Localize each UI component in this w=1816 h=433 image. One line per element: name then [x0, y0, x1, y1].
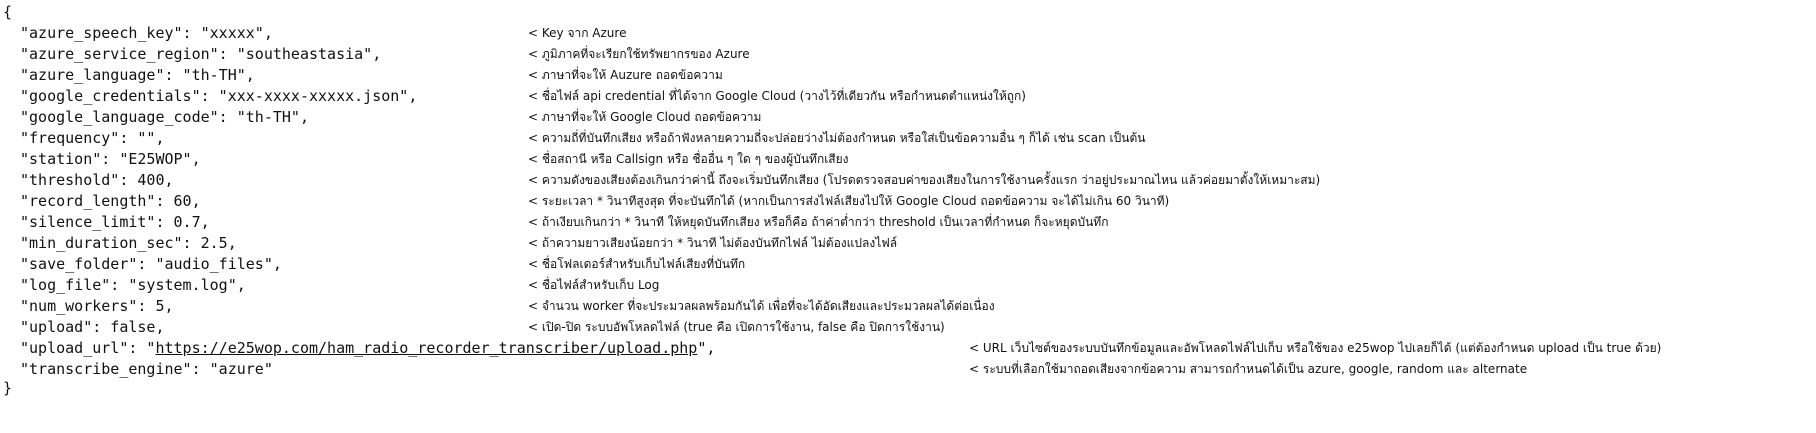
comment-text: < ระบบที่เลือกใช้มาถอดเสียงจากข้อความ สา…	[969, 362, 1528, 376]
code-text: "azure_service_region": "southeastasia",	[20, 45, 382, 63]
comment-text: < ชื่อไฟล์สำหรับเก็บ Log	[528, 278, 660, 292]
code-text: "threshold": 400,	[20, 171, 174, 189]
upload-url-link[interactable]: https://e25wop.com/ham_radio_recorder_tr…	[155, 339, 697, 357]
code-suffix: ",	[697, 339, 716, 357]
code-text: "min_duration_sec": 2.5,	[20, 234, 237, 252]
code-text: "record_length": 60,	[20, 192, 201, 210]
config-line-azure-speech-key: "azure_speech_key": "xxxxx", < Key จาก A…	[0, 22, 1816, 44]
comment-text: < Key จาก Azure	[528, 26, 627, 40]
config-line-min-duration-sec: "min_duration_sec": 2.5, < ถ้าความยาวเสี…	[0, 232, 1816, 254]
config-line-azure-language: "azure_language": "th-TH", < ภาษาที่จะให…	[0, 64, 1816, 86]
code-text: "log_file": "system.log",	[20, 276, 246, 294]
config-line-station: "station": "E25WOP", < ชื่อสถานี หรือ Ca…	[0, 148, 1816, 170]
code-text: "azure_language": "th-TH",	[20, 66, 255, 84]
comment-text: < ถ้าเงียบเกินกว่า * วินาที ให้หยุดบันทึ…	[528, 215, 1109, 229]
code-prefix: "upload_url": "	[20, 339, 156, 357]
code-text: "transcribe_engine": "azure"	[20, 360, 273, 378]
config-line-azure-service-region: "azure_service_region": "southeastasia",…	[0, 43, 1816, 65]
config-line-upload: "upload": false, < เปิด-ปิด ระบบอัพโหลดไ…	[0, 316, 1816, 338]
comment-text: < ภาษาที่จะให้ Google Cloud ถอดข้อความ	[528, 110, 762, 124]
config-line-google-language-code: "google_language_code": "th-TH", < ภาษาท…	[0, 106, 1816, 128]
code-text: "upload": false,	[20, 318, 165, 336]
config-line-transcribe-engine: "transcribe_engine": "azure" < ระบบที่เล…	[0, 358, 1816, 380]
code-text: "station": "E25WOP",	[20, 150, 201, 168]
comment-text: < URL เว็บไซต์ของระบบบันทึกข้อมูลและอัพโ…	[969, 341, 1662, 355]
comment-text: < ภูมิภาคที่จะเรียกใช้ทรัพยากรของ Azure	[528, 47, 750, 61]
comment-text: < ชื่อโฟลเดอร์สำหรับเก็บไฟล์เสียงที่บันท…	[528, 257, 746, 271]
config-line-num-workers: "num_workers": 5, < จำนวน worker ที่จะปร…	[0, 295, 1816, 317]
code-text: "num_workers": 5,	[20, 297, 174, 315]
code-text: "upload_url": "https://e25wop.com/ham_ra…	[20, 337, 715, 359]
code-text: "google_credentials": "xxx-xxxx-xxxxx.js…	[20, 87, 418, 105]
comment-text: < ระยะเวลา * วินาทีสูงสุด ที่จะบันทึกได้…	[528, 194, 1170, 208]
comment-text: < ชื่อสถานี หรือ Callsign หรือ ชื่ออื่น …	[528, 152, 849, 166]
comment-text: < ความถี่ที่บันทึกเสียง หรือถ้าฟังหลายคว…	[528, 131, 1146, 145]
config-line-google-credentials: "google_credentials": "xxx-xxxx-xxxxx.js…	[0, 85, 1816, 107]
comment-text: < ภาษาที่จะให้ Auzure ถอดข้อความ	[528, 68, 723, 82]
close-brace: }	[3, 379, 13, 397]
comment-text: < ถ้าความยาวเสียงน้อยกว่า * วินาที ไม่ต้…	[528, 236, 898, 250]
code-text: "save_folder": "audio_files",	[20, 255, 282, 273]
comment-text: < เปิด-ปิด ระบบอัพโหลดไฟล์ (true คือ เปิ…	[528, 320, 945, 334]
config-line-threshold: "threshold": 400, < ความดังของเสียงต้องเ…	[0, 169, 1816, 191]
open-brace: {	[3, 3, 13, 21]
config-line-save-folder: "save_folder": "audio_files", < ชื่อโฟลเ…	[0, 253, 1816, 275]
comment-text: < ชื่อไฟล์ api credential ที่ได้จาก Goog…	[528, 89, 1026, 103]
config-line-frequency: "frequency": "", < ความถี่ที่บันทึกเสียง…	[0, 127, 1816, 149]
config-line-log-file: "log_file": "system.log", < ชื่อไฟล์สำหร…	[0, 274, 1816, 296]
code-text: "silence_limit": 0.7,	[20, 213, 210, 231]
config-document: { "azure_speech_key": "xxxxx", < Key จาก…	[0, 0, 1816, 433]
comment-text: < จำนวน worker ที่จะประมวลผลพร้อมกันได้ …	[528, 299, 995, 313]
code-text: "frequency": "",	[20, 129, 165, 147]
config-line-record-length: "record_length": 60, < ระยะเวลา * วินาที…	[0, 190, 1816, 212]
config-line-silence-limit: "silence_limit": 0.7, < ถ้าเงียบเกินกว่า…	[0, 211, 1816, 233]
comment-text: < ความดังของเสียงต้องเกินกว่าค่านี้ ถึงจ…	[528, 173, 1321, 187]
config-line-upload-url: "upload_url": "https://e25wop.com/ham_ra…	[0, 337, 1816, 359]
code-text: "azure_speech_key": "xxxxx",	[20, 24, 273, 42]
code-text: "google_language_code": "th-TH",	[20, 108, 309, 126]
